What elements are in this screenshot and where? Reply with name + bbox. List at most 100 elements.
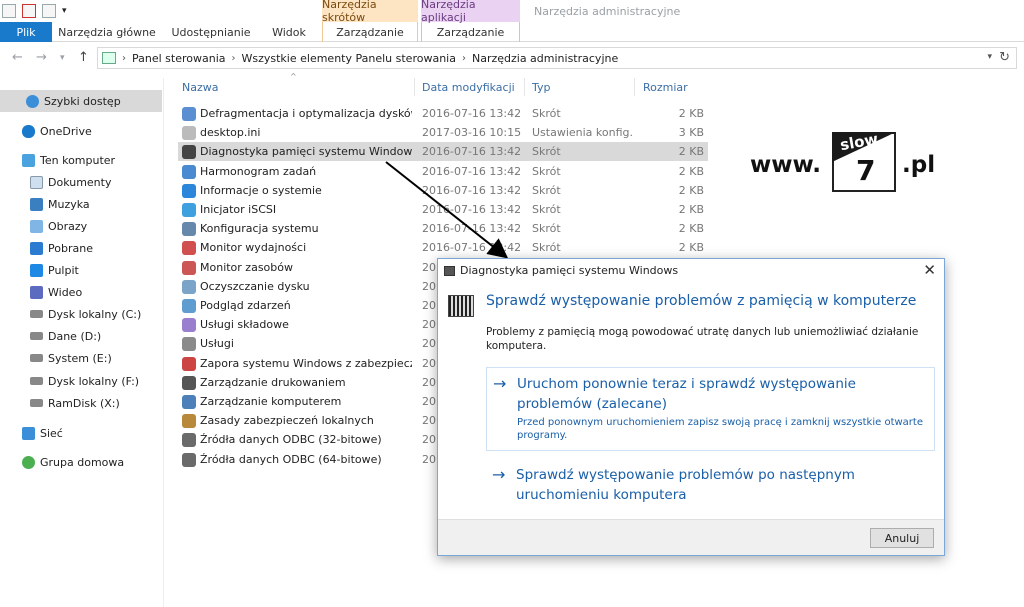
cell-type: Skrót [532, 203, 561, 216]
context-group-shortcut-tools: Narzędzia skrótów [322, 0, 418, 24]
nav-downloads[interactable]: Pobrane [0, 237, 162, 259]
logo-www-text: www. [750, 152, 822, 178]
cell-name: Oczyszczanie dysku [200, 279, 310, 293]
restart-now-note: Przed ponownym uruchomieniem zapisz swoj… [517, 417, 923, 441]
drive-icon [30, 354, 43, 362]
dialog-footer: Anuluj [438, 519, 944, 555]
nav-pictures[interactable]: Obrazy [0, 215, 162, 237]
nav-music[interactable]: Muzyka [0, 193, 162, 215]
shortcut-icon [182, 203, 196, 217]
arrow-right-icon: → [492, 465, 506, 484]
address-row: ← → ▾ ↑ › Panel sterowania › Wszystkie e… [0, 46, 1024, 70]
tab-share[interactable]: Udostępnianie [168, 22, 254, 42]
table-row[interactable]: Harmonogram zadań 2016-07-16 13:42 Skrót 2 … [178, 162, 708, 181]
checkmark-icon[interactable] [22, 4, 36, 18]
dialog-heading: Sprawdź występowanie problemów z pamięci… [486, 293, 917, 309]
recent-dropdown-icon[interactable]: ▾ [60, 53, 65, 63]
nav-drive-d[interactable]: Dane (D:) [0, 325, 162, 347]
cell-size: 2 KB [678, 164, 704, 178]
shortcut-icon [182, 318, 196, 333]
slow7-logo: www. slow 7 .pl [748, 128, 948, 198]
arrow-right-icon: → [493, 374, 507, 393]
homegroup-icon [22, 455, 35, 469]
tab-manage-app[interactable]: Zarządzanie [421, 22, 520, 42]
cell-size: 2 KB [678, 241, 704, 255]
cell-name: Źródła danych ODBC (64-bitowe) [200, 452, 382, 466]
back-arrow-icon[interactable]: ← [12, 50, 23, 65]
column-header-type[interactable]: Typ [532, 81, 551, 94]
nav-drive-x[interactable]: RamDisk (X:) [0, 392, 162, 414]
tab-view[interactable]: Widok [264, 22, 314, 42]
column-divider[interactable] [524, 78, 525, 96]
table-row[interactable]: Informacje o systemie 2016-07-16 13:42 Skr… [178, 181, 708, 200]
cell-name: Harmonogram zadań [200, 164, 317, 178]
cell-type: Skrót [532, 241, 561, 255]
tab-home[interactable]: Narzędzia główne [58, 22, 156, 42]
table-row[interactable]: Monitor wydajności 2016-07-16 13:42 Skrót 2… [178, 238, 708, 257]
column-divider[interactable] [634, 78, 635, 96]
cell-type: Skrót [532, 183, 561, 197]
nav-network[interactable]: Sieć [0, 422, 162, 444]
nav-desktop[interactable]: Pulpit [0, 259, 162, 281]
table-row[interactable]: desktop.ini 2017-03-16 10:15 Ustawienia ko… [178, 123, 708, 142]
address-bar[interactable]: › Panel sterowania › Wszystkie elementy … [97, 47, 1017, 69]
logo-seven-text: 7 [856, 154, 876, 187]
drive-icon [30, 377, 43, 385]
refresh-icon[interactable]: ↻ [999, 50, 1010, 65]
nav-videos[interactable]: Wideo [0, 281, 162, 303]
forward-arrow-icon[interactable]: → [36, 50, 47, 65]
chevron-right-icon: › [231, 52, 236, 64]
shortcut-icon [182, 126, 196, 141]
cell-name: Inicjator iSCSI [200, 203, 277, 216]
restart-now-label: Uruchom ponownie teraz i sprawdź występo… [517, 376, 856, 412]
cell-name: Konfiguracja systemu [200, 222, 319, 236]
breadcrumb-0[interactable]: Panel sterowania [132, 52, 226, 65]
up-arrow-icon[interactable]: ↑ [78, 50, 89, 65]
shortcut-icon [182, 183, 196, 198]
table-row[interactable]: Inicjator iSCSI 2016-07-16 13:42 Skrót 2 KB [178, 200, 708, 219]
nav-this-pc[interactable]: Ten komputer [0, 149, 162, 171]
cell-date: 2017-03-16 10:15 [422, 126, 522, 140]
nav-homegroup[interactable]: Grupa domowa [0, 451, 162, 473]
tab-manage-shortcut[interactable]: Zarządzanie [322, 22, 418, 42]
breadcrumb-1[interactable]: Wszystkie elementy Panelu sterowania [242, 52, 456, 65]
video-icon [30, 285, 43, 299]
qat-dropdown-icon[interactable]: ▾ [62, 6, 67, 16]
star-icon [26, 94, 39, 108]
cell-type: Skrót [532, 145, 561, 159]
sort-ascending-icon: ^ [290, 72, 297, 81]
properties-icon[interactable] [2, 4, 16, 18]
desktop-icon [30, 263, 43, 277]
cell-name: Monitor zasobów [200, 260, 293, 274]
shortcut-icon [182, 164, 196, 179]
address-dropdown-icon[interactable]: ▾ [987, 52, 992, 62]
column-header-size[interactable]: Rozmiar [643, 81, 688, 94]
nav-quick-access[interactable]: Szybki dostęp [0, 90, 162, 112]
nav-documents[interactable]: Dokumenty [0, 171, 162, 193]
check-next-startup-option[interactable]: → Sprawdź występowanie problemów po nast… [486, 459, 935, 505]
table-row[interactable]: Diagnostyka pamięci systemu Windows 2016-… [178, 142, 708, 162]
table-row[interactable]: Konfiguracja systemu 2016-07-16 13:42 Skró… [178, 219, 708, 238]
column-divider[interactable] [414, 78, 415, 96]
nav-onedrive[interactable]: OneDrive [0, 120, 162, 142]
breadcrumb-2[interactable]: Narzędzia administracyjne [472, 52, 618, 65]
cell-name: Defragmentacja i optymalizacja dysków [200, 107, 412, 120]
nav-drive-e[interactable]: System (E:) [0, 347, 162, 369]
shortcut-icon [182, 337, 196, 352]
cell-date: 2016-07-16 13:42 [422, 145, 522, 159]
shortcut-icon [182, 222, 196, 237]
download-icon [30, 241, 43, 255]
restart-now-option[interactable]: → Uruchom ponownie teraz i sprawdź wystę… [486, 367, 935, 451]
tab-file[interactable]: Plik [0, 22, 52, 42]
nav-drive-f[interactable]: Dysk lokalny (F:) [0, 370, 162, 392]
new-folder-icon[interactable] [42, 4, 56, 18]
close-icon[interactable]: ✕ [923, 261, 936, 279]
column-header-name[interactable]: Nazwa [182, 81, 218, 94]
music-icon [30, 197, 43, 211]
memory-module-icon [448, 295, 474, 317]
cancel-button[interactable]: Anuluj [870, 528, 934, 548]
nav-drive-c[interactable]: Dysk lokalny (C:) [0, 303, 162, 325]
column-header-date[interactable]: Data modyfikacji [422, 81, 515, 94]
table-row[interactable]: Defragmentacja i optymalizacja dysków 201… [178, 104, 708, 123]
cell-name: Usługi [200, 337, 234, 351]
